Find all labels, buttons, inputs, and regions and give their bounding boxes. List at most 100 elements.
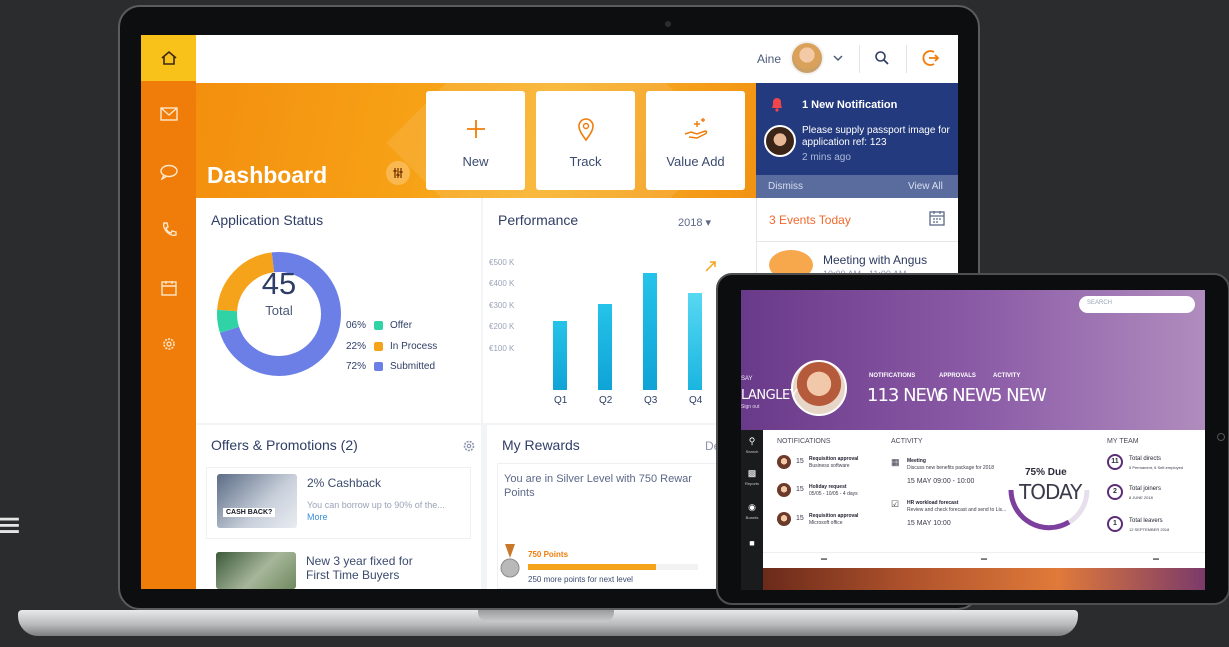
bar-q1[interactable]	[553, 321, 567, 390]
due-percent: 75% Due	[1025, 467, 1067, 478]
offer-more-link[interactable]: More	[307, 512, 328, 522]
new-tile-button[interactable]: New	[426, 91, 525, 190]
more-icon[interactable]: ▬	[981, 556, 987, 562]
notification-message[interactable]: Please supply passport image for applica…	[802, 125, 952, 149]
laptop-notch	[478, 610, 614, 622]
calendar-icon[interactable]	[929, 210, 945, 226]
search-icon[interactable]	[874, 50, 890, 66]
item-subtitle: 05/05 - 10/05 - 4 days	[809, 491, 858, 497]
track-tile-button[interactable]: Track	[536, 91, 635, 190]
divider	[859, 45, 860, 73]
legend-pct: 72%	[346, 361, 367, 372]
x-tick-label: Q3	[644, 395, 658, 406]
notification-panel: 1 New Notification Please supply passpor…	[756, 83, 958, 198]
boards-icon[interactable]: ◉	[741, 502, 763, 513]
page-title: Dashboard	[207, 162, 328, 188]
chevron-down-icon[interactable]	[833, 54, 843, 62]
legend-label: In Process	[390, 341, 438, 352]
next-level-text: 250 more points for next level	[528, 575, 633, 584]
y-tick-label: €500 K	[489, 258, 515, 267]
tablet-team-heading: MY TEAM	[1107, 438, 1139, 445]
user-name[interactable]: Aine	[757, 52, 781, 66]
item-subtitle: Business software	[809, 463, 850, 469]
notification-time: 2 mins ago	[802, 152, 851, 163]
bar-q2[interactable]	[598, 303, 612, 390]
team-title[interactable]: Total directs	[1129, 456, 1161, 462]
offer-title: 2% Cashback	[307, 476, 382, 490]
settings-button[interactable]	[141, 331, 196, 357]
logout-icon[interactable]	[920, 48, 940, 68]
item-title[interactable]: Requisition approval	[809, 513, 858, 519]
value-add-tile-button[interactable]: Value Add	[646, 91, 745, 190]
offer-item[interactable]: CASH BACK? 2% Cashback You can borrow up…	[206, 467, 471, 539]
dismiss-link[interactable]: Dismiss	[768, 181, 803, 192]
rail-label: Reports	[744, 481, 759, 486]
tablet-search-input[interactable]: SEARCH	[1079, 296, 1195, 313]
reports-icon[interactable]: ▩	[741, 468, 763, 479]
bar-q3[interactable]	[643, 273, 657, 390]
meeting-title[interactable]: Meeting with Angus	[823, 253, 927, 267]
user-avatar[interactable]	[790, 41, 824, 75]
mail-button[interactable]	[141, 101, 196, 127]
gear-icon[interactable]	[462, 439, 476, 453]
calendar-button[interactable]	[141, 275, 196, 301]
stat-value[interactable]: 6 NEW	[937, 385, 993, 406]
trend-arrow-icon	[705, 261, 716, 272]
tablet-greeting: SAY	[741, 376, 753, 382]
dashboard-banner: Dashboard New Track Value Add	[196, 83, 756, 198]
home-button[interactable]	[141, 35, 196, 81]
more-icon[interactable]: ▬	[1153, 556, 1159, 562]
legend-pct: 22%	[346, 341, 367, 352]
legend-label: Submitted	[390, 361, 436, 372]
y-tick-label: €100 K	[489, 343, 515, 353]
search-icon[interactable]: ⚲	[741, 436, 763, 447]
team-title[interactable]: Total leavers	[1129, 518, 1163, 524]
offer-item[interactable]: New 3 year fixed for First Time Buyers	[206, 548, 471, 589]
exit-icon[interactable]: ■	[741, 538, 763, 548]
item-number: 15	[796, 458, 804, 465]
legend-item-offer: 06% Offer	[346, 320, 412, 331]
events-panel: 3 Events Today Meeting with Angus 10:00 …	[756, 198, 958, 280]
activity-subtitle: Discuss new benefits package for 2018	[907, 465, 994, 471]
application-status-card: Application Status 45 Total 06% Offer 22…	[196, 198, 481, 423]
tablet-background-strip	[763, 568, 1205, 590]
rewards-message: You are in Silver Level with 750 Rewar P…	[504, 473, 692, 499]
team-subtitle: 8 JUNE 2018	[1129, 495, 1153, 500]
home-icon	[160, 50, 177, 65]
bar-q4[interactable]	[688, 293, 702, 390]
tablet-home-button	[1217, 433, 1225, 441]
filter-button[interactable]	[386, 161, 410, 185]
events-heading: 3 Events Today	[769, 213, 851, 227]
legend-item-submitted: 72% Submitted	[346, 361, 435, 372]
more-icon[interactable]: ▬	[821, 556, 827, 562]
tablet-sign-out-link[interactable]: Sign out	[741, 404, 759, 410]
tablet-notifications-heading: NOTIFICATIONS	[777, 438, 831, 445]
due-when: TODAY	[1019, 480, 1082, 504]
activity-title[interactable]: HR workload forecast	[907, 500, 958, 506]
plus-icon	[466, 120, 485, 138]
tile-label: New	[462, 154, 489, 169]
rewards-card: My Rewards De You are in Silver Level wi…	[487, 425, 720, 589]
x-tick-label: Q2	[599, 395, 613, 406]
legend-swatch	[374, 321, 383, 330]
team-subtitle: 12 SEPTEMBER 2018	[1129, 527, 1170, 532]
chat-button[interactable]	[141, 159, 196, 185]
view-all-link[interactable]: View All	[908, 181, 943, 192]
item-title[interactable]: Requisition approval	[809, 456, 858, 462]
rail-label: Boards	[745, 515, 759, 520]
calendar-icon	[160, 281, 177, 296]
stat-value[interactable]: 5 NEW	[991, 385, 1047, 406]
tablet-screen: SEARCH SAY LANGLEY Sign out NOTIFICATION…	[741, 290, 1205, 590]
legend-pct: 06%	[346, 320, 367, 331]
team-title[interactable]: Total joiners	[1129, 486, 1161, 492]
item-subtitle: Microsoft office	[809, 520, 843, 526]
card-title: Application Status	[211, 212, 324, 228]
tablet-nav-rail: ⚲ Search ▩ Reports ◉ Boards ■	[741, 430, 763, 590]
checkbox-icon[interactable]: ☑	[891, 499, 899, 510]
item-number: 15	[796, 486, 804, 493]
item-title[interactable]: Holiday request	[809, 484, 847, 490]
stat-label: APPROVALS	[939, 373, 976, 379]
stat-value[interactable]: 113 NEW	[867, 385, 944, 406]
phone-button[interactable]	[141, 217, 196, 243]
activity-title[interactable]: Meeting	[907, 458, 926, 464]
